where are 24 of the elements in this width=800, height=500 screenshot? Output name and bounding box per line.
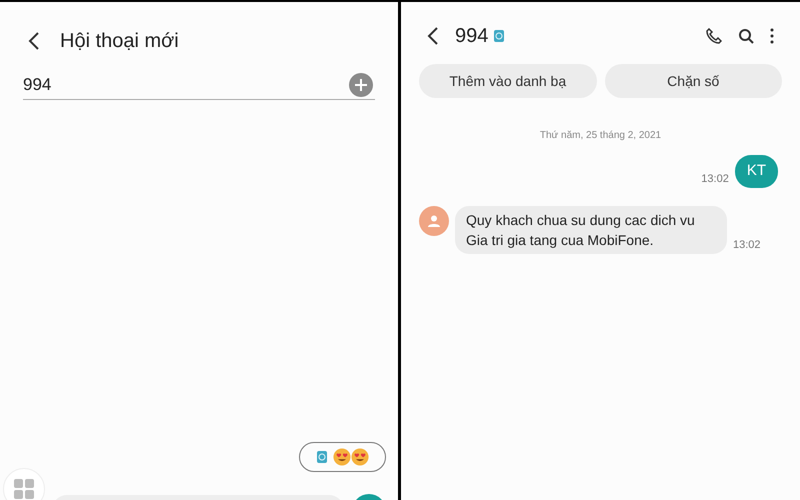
person-icon <box>428 214 440 226</box>
heart-eyes-face-icon <box>332 448 350 466</box>
contact-title: 994 <box>455 24 488 49</box>
action-button[interactable]: Thêm vào danh bạ <box>419 64 596 98</box>
message-time: 13:02 <box>733 238 761 253</box>
more-icon[interactable] <box>770 28 774 44</box>
phone-icon[interactable] <box>706 28 722 44</box>
sent-message-bubble: KT <box>734 155 778 188</box>
chat-bubble-icon <box>316 451 326 463</box>
back-icon[interactable] <box>28 31 40 51</box>
date-divider: Thứ năm, 25 tháng 2, 2021 <box>540 129 662 143</box>
received-message-bubble: Quy khach chua su dung cac dich vu Gia tri gia tang cua MobiFone. <box>455 206 727 254</box>
message-time: 13:02 <box>701 172 729 187</box>
screen-title: Hội thoại mới <box>60 29 179 54</box>
search-icon[interactable] <box>738 28 754 44</box>
chat-bubble-icon <box>494 30 504 42</box>
recipient-field[interactable]: 994 <box>23 70 375 100</box>
add-icon[interactable] <box>349 72 373 96</box>
action-button[interactable]: Chặn số <box>604 64 782 98</box>
emoji-suggestion-chip[interactable] <box>299 442 386 472</box>
recipient-value: 994 <box>23 74 52 96</box>
back-icon[interactable] <box>427 26 439 46</box>
grid-icon <box>14 479 34 499</box>
heart-eyes-face-icon <box>350 448 368 466</box>
